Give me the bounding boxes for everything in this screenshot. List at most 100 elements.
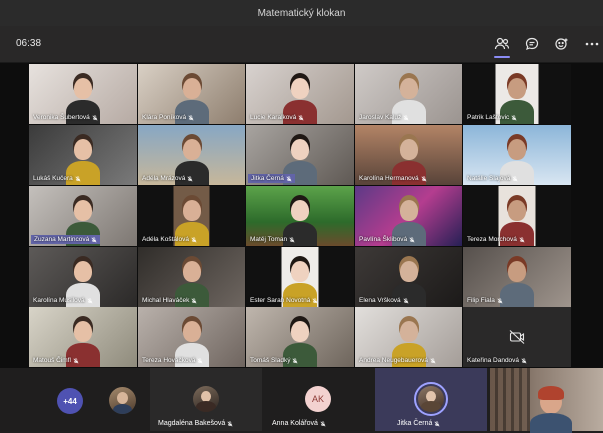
- person-silhouette: [74, 200, 92, 221]
- video-tile[interactable]: Adéla Mrázová: [138, 125, 245, 185]
- video-tile[interactable]: Zuzana Martincová: [29, 186, 137, 246]
- participant-name-label: Patrik Laštovic: [467, 114, 517, 121]
- mic-muted-icon: [188, 114, 194, 120]
- video-tile[interactable]: Tereza Hováčková: [138, 307, 245, 367]
- participant-name-label: Karolína Musilová: [33, 297, 93, 304]
- participant-name: Tereza Morchová: [467, 236, 517, 243]
- avatar: [418, 386, 444, 412]
- video-tile[interactable]: Klára Poníková: [138, 64, 245, 124]
- person-silhouette: [399, 139, 418, 160]
- participant-name-label: Michal Hlaváček: [142, 297, 197, 304]
- mic-muted-icon: [191, 236, 197, 242]
- participant-strip: +44 Magdaléna Bakešová AK Anna Kolářová …: [0, 368, 603, 433]
- mic-muted-icon: [191, 297, 197, 303]
- participant-name: Patrik Laštovic: [467, 114, 510, 121]
- mic-muted-icon: [409, 236, 415, 242]
- strip-tile-jitka[interactable]: Jitka Černá: [375, 368, 487, 431]
- participant-name-label: Elena Vršková: [359, 297, 409, 304]
- video-tile[interactable]: Lukáš Kučera: [29, 125, 137, 185]
- person-silhouette: [74, 139, 92, 160]
- self-video-preview: [490, 368, 603, 433]
- video-tile[interactable]: Tereza Morchová: [463, 186, 571, 246]
- participant-name: Magdaléna Bakešová: [158, 420, 226, 427]
- participant-name-label: Adéla Mrázová: [142, 175, 193, 182]
- person-silhouette: [508, 261, 526, 282]
- video-tile[interactable]: Jaroslav Kaluž: [355, 64, 462, 124]
- camera-off-icon: [509, 330, 525, 344]
- mic-muted-icon: [312, 297, 318, 303]
- video-tile[interactable]: Veronika Šubertová: [29, 64, 137, 124]
- video-tile[interactable]: Andrea Neugebauerová: [355, 307, 462, 367]
- video-tile[interactable]: Patrik Laštovic: [463, 64, 571, 124]
- video-tile[interactable]: Tomáš Sladký: [246, 307, 354, 367]
- participant-name: Adéla Mrázová: [142, 175, 186, 182]
- person-silhouette: [74, 78, 92, 99]
- video-tile[interactable]: Pavlína Šklibová: [355, 186, 462, 246]
- mic-muted-icon: [289, 236, 295, 242]
- video-gallery: Veronika Šubertová Klára Poníková Lucie Ka…: [0, 63, 603, 368]
- video-tile[interactable]: Karolína Hermanová: [355, 125, 462, 185]
- person-silhouette: [291, 78, 309, 99]
- video-tile[interactable]: Elena Vršková: [355, 247, 462, 307]
- participant-name: Adéla Koštálová: [142, 236, 189, 243]
- participant-name-label: Klára Poníková: [142, 114, 194, 121]
- meeting-toolbar: 06:38: [0, 26, 603, 63]
- avatar[interactable]: [109, 387, 136, 414]
- participant-name: Andrea Neugebauerová: [359, 357, 429, 364]
- reactions-icon: [555, 38, 568, 50]
- person-silhouette: [399, 78, 418, 99]
- person-silhouette: [74, 261, 92, 282]
- participant-name-label: Tereza Hováčková: [142, 357, 203, 364]
- participant-name: Klára Poníková: [142, 114, 187, 121]
- chat-button[interactable]: [521, 33, 543, 55]
- person-silhouette: [74, 321, 92, 342]
- video-tile[interactable]: Karolína Musilová: [29, 247, 137, 307]
- person-silhouette: [182, 200, 201, 221]
- video-tile[interactable]: Natálie Slajová: [463, 125, 571, 185]
- mic-muted-icon: [91, 236, 97, 242]
- mic-muted-icon: [187, 175, 193, 181]
- more-actions-icon: [585, 42, 599, 46]
- mic-muted-icon: [92, 114, 98, 120]
- person-silhouette: [182, 321, 201, 342]
- participant-name: Jaroslav Kaluž: [359, 114, 402, 121]
- strip-tile-magdalena[interactable]: Magdaléna Bakešová: [150, 368, 262, 431]
- title-bar: Matematický klokan: [0, 0, 603, 26]
- participant-name: Matouš Čimfl: [33, 357, 71, 364]
- video-tile[interactable]: Filip Fiala: [463, 247, 571, 307]
- mic-muted-icon: [497, 297, 503, 303]
- meeting-timer: 06:38: [16, 38, 42, 49]
- video-tile[interactable]: Kateřina Dandová: [463, 307, 571, 367]
- video-tile[interactable]: Jitka Černá: [246, 125, 354, 185]
- participant-name: Natálie Slajová: [467, 175, 511, 182]
- person-silhouette: [291, 261, 309, 282]
- participant-name-label: Adéla Koštálová: [142, 236, 197, 243]
- participant-name-label: Karolína Hermanová: [359, 175, 427, 182]
- participant-name: Jitka Černá: [397, 420, 433, 427]
- participant-name-label: Veronika Šubertová: [33, 114, 98, 121]
- video-tile[interactable]: Matouš Čimfl: [29, 307, 137, 367]
- person-silhouette: [182, 78, 201, 99]
- more-actions-button[interactable]: [581, 33, 603, 55]
- participant-name: Karolína Hermanová: [359, 175, 419, 182]
- participants-icon: [494, 37, 510, 50]
- participant-name: Veronika Šubertová: [33, 114, 90, 121]
- participant-name-label: Jitka Černá: [248, 174, 295, 183]
- video-tile[interactable]: Matěj Toman: [246, 186, 354, 246]
- participant-name-label: Jaroslav Kaluž: [359, 114, 409, 121]
- strip-tile-anna[interactable]: AK Anna Kolářová: [262, 368, 374, 431]
- participant-name-label: Lukáš Kučera: [33, 175, 81, 182]
- more-participants-button[interactable]: +44: [57, 388, 83, 414]
- participant-name: Jitka Černá: [251, 175, 284, 182]
- video-tile[interactable]: Michal Hlaváček: [138, 247, 245, 307]
- participant-name-label: Tereza Morchová: [467, 236, 525, 243]
- person-silhouette: [291, 200, 309, 221]
- video-tile[interactable]: Adéla Koštálová: [138, 186, 245, 246]
- mic-muted-icon: [403, 114, 409, 120]
- avatar: [193, 386, 219, 412]
- reactions-button[interactable]: [551, 33, 573, 55]
- participants-button[interactable]: [491, 33, 513, 58]
- participant-name-label: Andrea Neugebauerová: [359, 357, 436, 364]
- video-tile[interactable]: Ester Sarah Novotná: [246, 247, 354, 307]
- video-tile[interactable]: Lucie Karalková: [246, 64, 354, 124]
